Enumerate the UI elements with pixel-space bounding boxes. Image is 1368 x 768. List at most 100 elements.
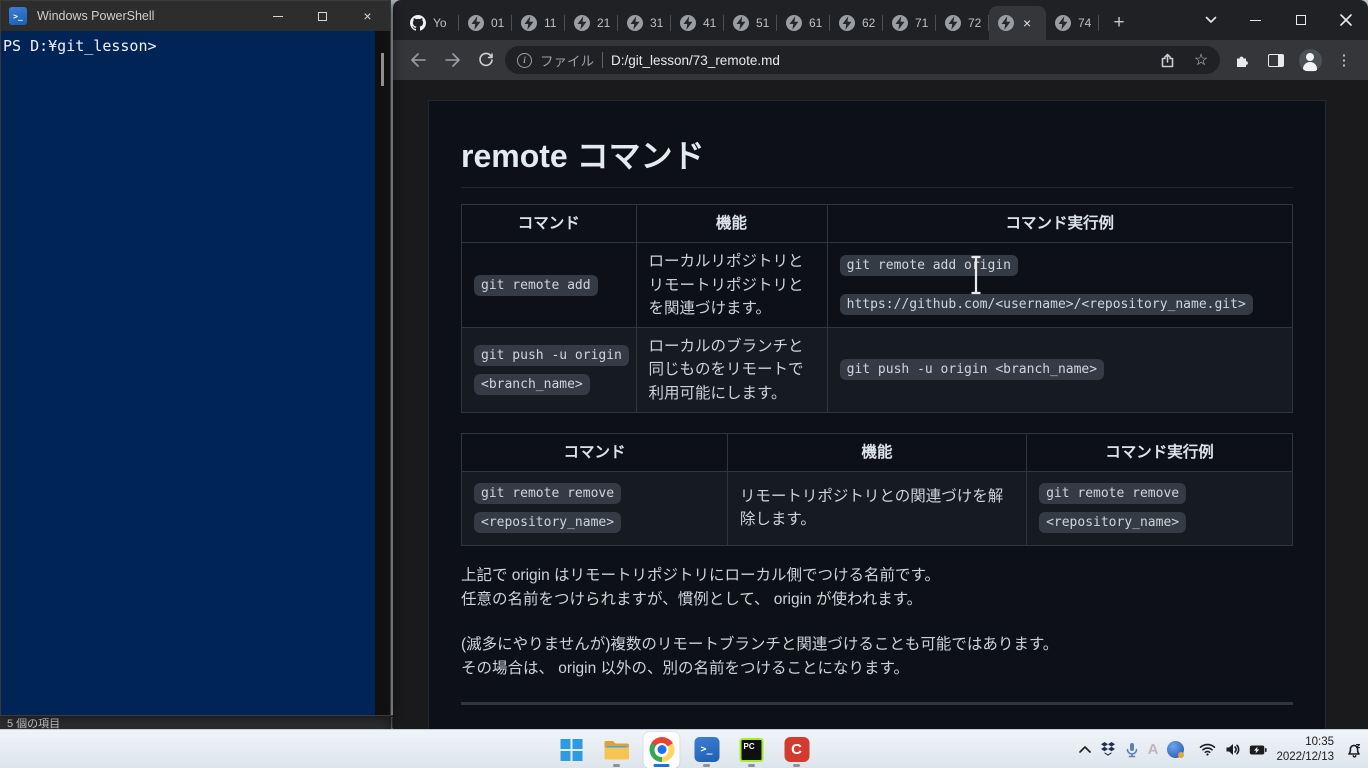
code-chip: git remote add: [474, 275, 598, 296]
tab-label: 51: [756, 16, 769, 30]
function-text: リモートリポジトリとの関連づけを解除します。: [727, 472, 1026, 546]
taskbar-pycharm[interactable]: PC: [734, 732, 770, 768]
explorer-statusbar: 5 個の項目: [0, 715, 433, 730]
taskbar-clock[interactable]: 10:35 2022/12/13: [1276, 735, 1334, 765]
start-button[interactable]: [554, 732, 590, 768]
chrome-minimize-button[interactable]: [1233, 0, 1278, 40]
powershell-titlebar[interactable]: >_ Windows PowerShell ×: [1, 1, 390, 31]
tab-close-icon[interactable]: ×: [1023, 15, 1031, 31]
table-header-row: コマンド 機能 コマンド実行例: [462, 205, 1293, 243]
markdown-favicon: [786, 15, 802, 31]
powershell-title: Windows PowerShell: [37, 9, 154, 23]
tab-61[interactable]: 61: [777, 6, 830, 40]
tray-battery-icon[interactable]: [1249, 744, 1267, 756]
side-panel-icon[interactable]: [1262, 46, 1290, 74]
table-row: git push -u origin <branch_name> ローカルのブラ…: [462, 328, 1293, 413]
powershell-window: >_ Windows PowerShell × PS D:¥git_lesson…: [0, 0, 391, 716]
tab-label: 61: [809, 16, 822, 30]
tray-app-sphere-icon[interactable]: [1167, 741, 1184, 758]
new-tab-button[interactable]: +: [1105, 9, 1133, 37]
markdown-favicon: [521, 15, 537, 31]
url-scheme-label: ファイル: [540, 50, 594, 70]
windows-taskbar: >_ PC C A: [0, 729, 1368, 768]
markdown-favicon: [945, 15, 961, 31]
paragraph-origin-note: 上記で origin はリモートリポジトリにローカル側でつける名前です。 任意の…: [461, 564, 1293, 612]
tab-71[interactable]: 71: [883, 6, 936, 40]
tray-dropbox-icon[interactable]: [1100, 742, 1116, 757]
reload-icon[interactable]: [471, 45, 501, 75]
tray-notification-bell-icon[interactable]: [1347, 742, 1362, 758]
powershell-terminal[interactable]: PS D:¥git_lesson>: [1, 31, 390, 715]
text-cursor-ibeam: [969, 255, 983, 300]
address-bar[interactable]: i ファイル D:/git_lesson/73_remote.md ☆: [505, 46, 1220, 74]
chrome-maximize-button[interactable]: [1278, 0, 1323, 40]
extensions-puzzle-icon[interactable]: [1228, 46, 1256, 74]
powershell-maximize-button[interactable]: [300, 1, 345, 31]
paragraph-line: 任意の名前をつけられますが、慣例として、 origin が使われます。: [461, 591, 922, 608]
forward-icon[interactable]: [437, 45, 467, 75]
tab-51[interactable]: 51: [724, 6, 777, 40]
tab-github[interactable]: Yo: [401, 6, 459, 40]
tab-62[interactable]: 62: [830, 6, 883, 40]
paragraph-line: その場合は、 origin 以外の、別の名前をつけることになります。: [461, 660, 909, 677]
tab-active-73-remote[interactable]: ×: [989, 6, 1046, 40]
markdown-favicon: [733, 15, 749, 31]
chrome-window: Yo 01 11 21 31 41 51 61 62 71 72 × 74 +: [393, 0, 1368, 729]
markdown-favicon: [627, 15, 643, 31]
col-header-command: コマンド: [462, 205, 637, 243]
powershell-scrollbar[interactable]: [375, 31, 390, 715]
back-icon[interactable]: [403, 45, 433, 75]
share-icon[interactable]: [1154, 47, 1180, 73]
taskbar-chrome[interactable]: [644, 732, 680, 768]
tab-72[interactable]: 72: [936, 6, 989, 40]
github-icon: [410, 15, 426, 31]
markdown-document: remote コマンド コマンド 機能 コマンド実行例 git remote a…: [428, 100, 1326, 729]
tray-volume-icon[interactable]: [1225, 743, 1240, 756]
taskbar-camtasia[interactable]: C: [779, 732, 815, 768]
tab-41[interactable]: 41: [671, 6, 724, 40]
tray-chevron-up-icon[interactable]: [1079, 746, 1091, 753]
tab-01[interactable]: 01: [459, 6, 512, 40]
tray-microphone-icon[interactable]: [1125, 742, 1139, 758]
tab-search-chevron-icon[interactable]: [1188, 0, 1233, 40]
powershell-close-button[interactable]: ×: [345, 1, 390, 31]
tab-label: 62: [862, 16, 875, 30]
markdown-favicon: [574, 15, 590, 31]
bookmark-star-icon[interactable]: ☆: [1188, 47, 1214, 73]
tab-label: Yo: [433, 16, 447, 30]
table-header-row: コマンド 機能 コマンド実行例: [462, 433, 1293, 471]
tab-11[interactable]: 11: [512, 6, 565, 40]
code-chip: git push -u origin <branch_name>: [474, 345, 629, 395]
profile-avatar-icon[interactable]: [1296, 46, 1324, 74]
tray-wifi-icon[interactable]: [1199, 743, 1216, 756]
function-text: ローカルリポジトリとリモートリポジトリとを関連づけます。: [636, 243, 827, 328]
powershell-minimize-button[interactable]: [255, 1, 300, 31]
tab-21[interactable]: 21: [565, 6, 618, 40]
tab-31[interactable]: 31: [618, 6, 671, 40]
code-chip: git remote add origin: [840, 255, 1018, 276]
tab-label: 11: [544, 16, 556, 30]
url-text: D:/git_lesson/73_remote.md: [611, 53, 780, 68]
menu-kebab-icon[interactable]: ⋮: [1330, 46, 1358, 74]
taskbar-file-explorer[interactable]: [599, 732, 635, 768]
markdown-favicon: [1055, 15, 1071, 31]
code-chip: https://github.com/<username>/<repositor…: [840, 294, 1253, 315]
table-row: git remote add ローカルリポジトリとリモートリポジトリとを関連づけ…: [462, 243, 1293, 328]
page-info-icon[interactable]: i: [517, 53, 532, 68]
markdown-favicon: [998, 15, 1014, 31]
col-header-example: コマンド実行例: [827, 205, 1292, 243]
clock-date: 2022/12/13: [1276, 750, 1334, 765]
tab-label: 21: [597, 16, 610, 30]
tab-74[interactable]: 74: [1046, 6, 1099, 40]
chrome-close-button[interactable]: [1323, 0, 1368, 40]
tray-ime-icon[interactable]: A: [1148, 741, 1159, 758]
windows-logo-icon: [561, 739, 583, 761]
chrome-tabstrip: Yo 01 11 21 31 41 51 61 62 71 72 × 74 +: [393, 0, 1368, 40]
url-divider: [602, 52, 603, 68]
tab-label: 41: [703, 16, 716, 30]
tab-label: 31: [650, 16, 663, 30]
col-header-function: 機能: [636, 205, 827, 243]
taskbar-powershell[interactable]: >_: [689, 732, 725, 768]
powershell-scrollbar-thumb[interactable]: [381, 53, 384, 86]
browser-viewport: remote コマンド コマンド 機能 コマンド実行例 git remote a…: [393, 80, 1368, 729]
